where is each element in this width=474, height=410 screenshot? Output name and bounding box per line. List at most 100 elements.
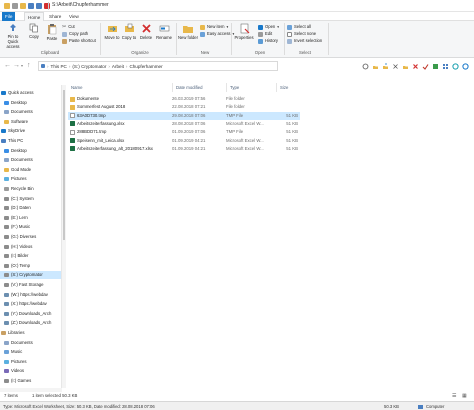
up-arrow-icon[interactable]: ↑	[27, 62, 31, 70]
breadcrumb-cryptomator[interactable]: (S:) Cryptomator	[72, 64, 106, 69]
new-folder-button[interactable]: New folder	[178, 23, 198, 40]
new-folder-icon[interactable]	[20, 3, 26, 9]
nav-item[interactable]: (V:) Fast Storage	[0, 281, 61, 289]
file-row[interactable]: 63A0D730.tmp 29.08.2018 07:06 TMP File 51 K…	[68, 111, 300, 120]
nav-item[interactable]: (I:) Bilder	[0, 252, 61, 260]
nav-item[interactable]: Software	[0, 118, 61, 126]
nav-item[interactable]: Documents	[0, 156, 61, 164]
delete-button[interactable]: Delete	[138, 23, 154, 40]
nav-item[interactable]: (E:) Lern	[0, 214, 61, 222]
column-header-type[interactable]: Type	[226, 83, 276, 92]
cut-icon[interactable]	[392, 63, 399, 70]
copy-to-button[interactable]: Copy to	[121, 23, 137, 40]
nav-item[interactable]: (X:) https://webdav	[0, 300, 61, 308]
nav-item[interactable]: (I:) Games	[0, 377, 61, 385]
computer-icon	[41, 64, 45, 68]
folder-icon	[4, 167, 9, 172]
group-separator	[284, 23, 285, 55]
column-header-name[interactable]: Name	[68, 83, 172, 92]
nav-item[interactable]: (Z:) Downloads_Arch	[0, 319, 61, 327]
redo-icon[interactable]	[36, 3, 42, 9]
nav-item[interactable]: Pictures	[0, 358, 61, 366]
rename-button[interactable]: Rename	[155, 23, 173, 40]
nav-item[interactable]: (G:) Diverses	[0, 233, 61, 241]
large-icons-view-icon[interactable]: ▦	[462, 393, 467, 399]
file-row[interactable]: Sommerfest August 2018 22.08.2018 07:21 Fi…	[68, 103, 300, 111]
nav-item[interactable]: Desktop	[0, 99, 61, 107]
nav-item[interactable]: Recycle Bin	[0, 185, 61, 193]
nav-item[interactable]: Desktop	[0, 147, 61, 155]
close-x-icon[interactable]	[412, 63, 419, 70]
paste-shortcut-button[interactable]: Paste shortcut	[62, 38, 96, 44]
nav-item[interactable]: Documents	[0, 339, 61, 347]
delete-x-icon	[141, 24, 151, 33]
column-header-size[interactable]: Size	[276, 83, 300, 92]
nav-item[interactable]: Quick access	[0, 89, 61, 97]
select-none-button[interactable]: Select none	[287, 31, 316, 37]
file-row[interactable]: Dokumente 26.03.2019 07:56 File folder	[68, 95, 300, 103]
pin-quick-access-button[interactable]: Pin to Quick access	[2, 23, 24, 49]
file-row[interactable]: 288BDD71.tmp 01.09.2019 07:06 TMP File 51 K…	[68, 128, 300, 136]
settings-icon[interactable]	[362, 63, 369, 70]
copy-button[interactable]: Copy	[27, 23, 41, 39]
grid-view-icon[interactable]	[442, 63, 449, 70]
nav-item[interactable]: Videos	[0, 367, 61, 375]
open-button[interactable]: Open ▾	[258, 24, 279, 30]
cut-button[interactable]: ✂ Cut	[62, 24, 75, 30]
back-arrow-icon[interactable]: ←	[4, 62, 11, 70]
nav-item[interactable]: Libraries	[0, 329, 61, 337]
breadcrumb-chupferhammer[interactable]: Chupferhammer	[129, 64, 162, 69]
checkmark-icon[interactable]	[422, 63, 429, 70]
nav-item[interactable]: Music	[0, 348, 61, 356]
nav-item[interactable]: (W:) https://webdav	[0, 291, 61, 299]
tab-home[interactable]: Home	[24, 12, 45, 21]
file-row[interactable]: Arbeitszeiterfassung_alt_20180917.xlsx 01…	[68, 145, 300, 153]
undo-icon[interactable]	[28, 3, 34, 9]
group-separator	[231, 23, 232, 55]
copy-path-button[interactable]: Copy path	[62, 31, 88, 37]
folder-plus-icon[interactable]	[402, 63, 409, 70]
invert-selection-button[interactable]: Invert selection	[287, 38, 322, 44]
column-header-date[interactable]: Date modified	[172, 83, 226, 92]
nav-item[interactable]: SkyDrive	[0, 127, 61, 135]
nav-item[interactable]: (H:) Videos	[0, 243, 61, 251]
nav-item[interactable]: God Mode	[0, 166, 61, 174]
nav-item[interactable]: (D:) Daten	[0, 204, 61, 212]
new-item-button[interactable]: New item ▾	[200, 24, 228, 30]
nav-scrollbar-thumb[interactable]	[63, 90, 65, 240]
details-view-icon[interactable]: ☰	[452, 393, 456, 399]
address-bar[interactable]: › This PC › (S:) Cryptomator › Arbeit › …	[38, 61, 278, 71]
nav-item[interactable]: Documents	[0, 108, 61, 116]
breadcrumb-this-pc[interactable]: This PC	[51, 64, 67, 69]
paste-button[interactable]: Paste	[44, 23, 60, 41]
file-row[interactable]: Speisenn_mit_Leica.xlsx 01.09.2019 04:21 M…	[68, 137, 300, 145]
breadcrumb-arbeit[interactable]: Arbeit	[112, 64, 124, 69]
file-row[interactable]: Arbeitszeiterfassung.xlsx 28.08.2018 07:0…	[68, 120, 300, 128]
recent-chevron-icon[interactable]: ▾	[21, 62, 23, 70]
history-button[interactable]: History	[258, 38, 278, 44]
forward-arrow-icon[interactable]: →	[13, 62, 20, 70]
move-to-button[interactable]: Move to	[104, 23, 120, 40]
nav-item[interactable]: (O:) Temp	[0, 262, 61, 270]
copy-green-icon[interactable]	[432, 63, 439, 70]
properties-button[interactable]: Properties	[233, 23, 255, 40]
refresh-icon[interactable]	[462, 62, 469, 70]
folder-arrow-icon[interactable]	[382, 63, 389, 70]
properties-icon[interactable]	[12, 3, 18, 9]
up-folder-icon[interactable]	[372, 63, 379, 70]
tab-view[interactable]: View	[66, 12, 82, 21]
nav-item[interactable]: Pictures	[0, 175, 61, 183]
select-all-button[interactable]: Select all	[287, 24, 311, 30]
tab-share[interactable]: Share	[46, 12, 64, 21]
tab-file[interactable]: File	[2, 12, 16, 21]
edit-button[interactable]: Edit	[258, 31, 272, 37]
nav-item[interactable]: (S:) Cryptomator	[0, 271, 61, 280]
nav-item-label: Music	[11, 349, 23, 355]
nav-item[interactable]: This PC	[0, 137, 61, 145]
nav-item[interactable]: (F:) Music	[0, 223, 61, 231]
easy-access-button[interactable]: Easy access ▾	[200, 31, 234, 37]
delete-icon[interactable]	[44, 3, 50, 9]
sync-icon[interactable]	[452, 62, 459, 70]
nav-item[interactable]: (Y:) Downloads_Arch	[0, 310, 61, 318]
nav-item[interactable]: (C:) System	[0, 195, 61, 203]
